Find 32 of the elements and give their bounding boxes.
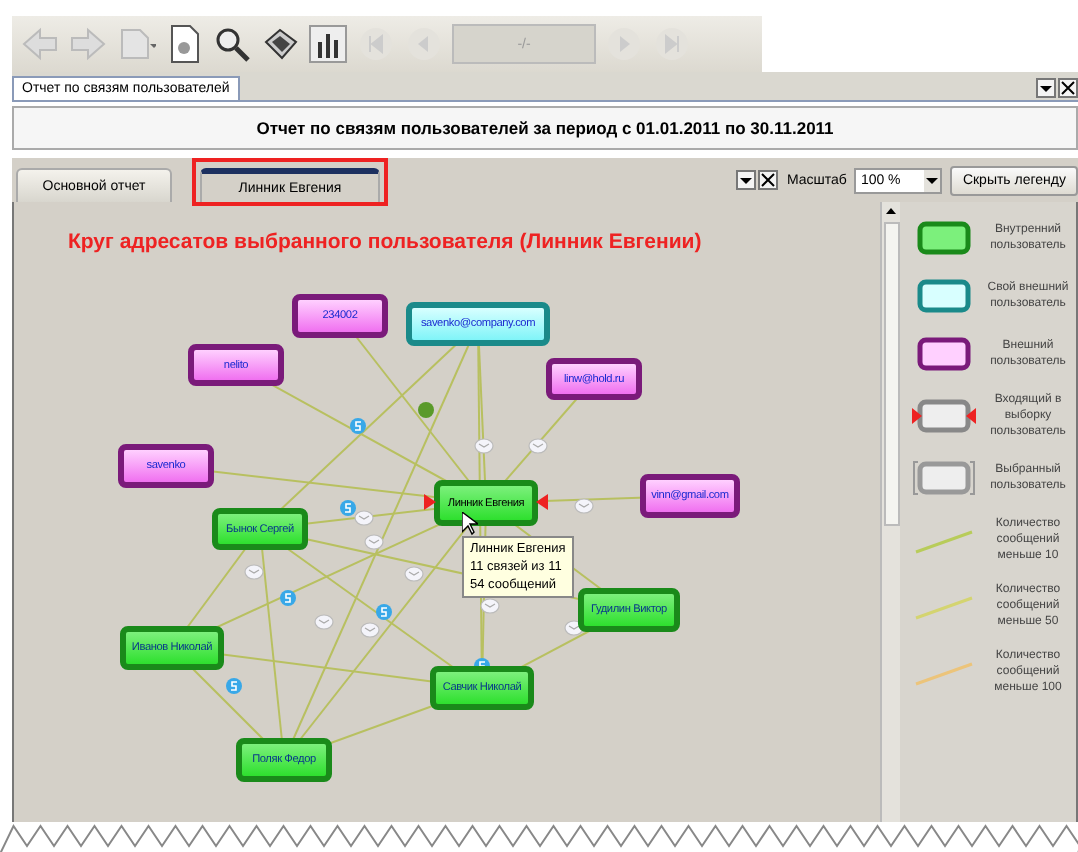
skype-icon: [280, 590, 296, 606]
node-sample-icon: [912, 399, 976, 433]
envelope-icon: [364, 534, 384, 550]
envelope-icon: [244, 564, 264, 580]
skype-icon: [350, 418, 366, 434]
node-sample-icon: [913, 461, 975, 495]
cursor-icon: [462, 512, 478, 536]
node-sample-icon: [917, 337, 971, 371]
node-sample-icon: [917, 221, 971, 255]
skype-icon: [226, 678, 242, 694]
graph-title: Круг адресатов выбранного пользователя (Линник Евгении): [68, 230, 702, 254]
envelope-icon: [314, 614, 334, 630]
dropdown-icon[interactable]: [1036, 78, 1056, 98]
envelope-icon: [354, 510, 374, 526]
envelope-icon: [360, 622, 380, 638]
search-icon[interactable]: [212, 24, 252, 64]
scrollbar-thumb[interactable]: [884, 222, 900, 526]
dot-icon: [418, 402, 434, 418]
skype-icon: [376, 604, 392, 620]
envelope-icon: [474, 438, 494, 454]
skype-icon: [340, 500, 356, 516]
envelope-icon: [528, 438, 548, 454]
chart-icon[interactable]: [308, 24, 348, 64]
close-icon[interactable]: [1058, 78, 1078, 98]
dropdown-icon[interactable]: [924, 170, 941, 192]
node-sample-icon: [917, 279, 971, 313]
envelope-icon: [480, 598, 500, 614]
dropdown-icon[interactable]: [736, 170, 757, 190]
envelope-icon: [404, 566, 424, 582]
report-title: Отчет по связям пользователей за период с 01.01.2011 по 30.11.2011: [12, 106, 1078, 150]
close-icon[interactable]: [758, 170, 779, 190]
envelope-icon: [574, 498, 594, 514]
